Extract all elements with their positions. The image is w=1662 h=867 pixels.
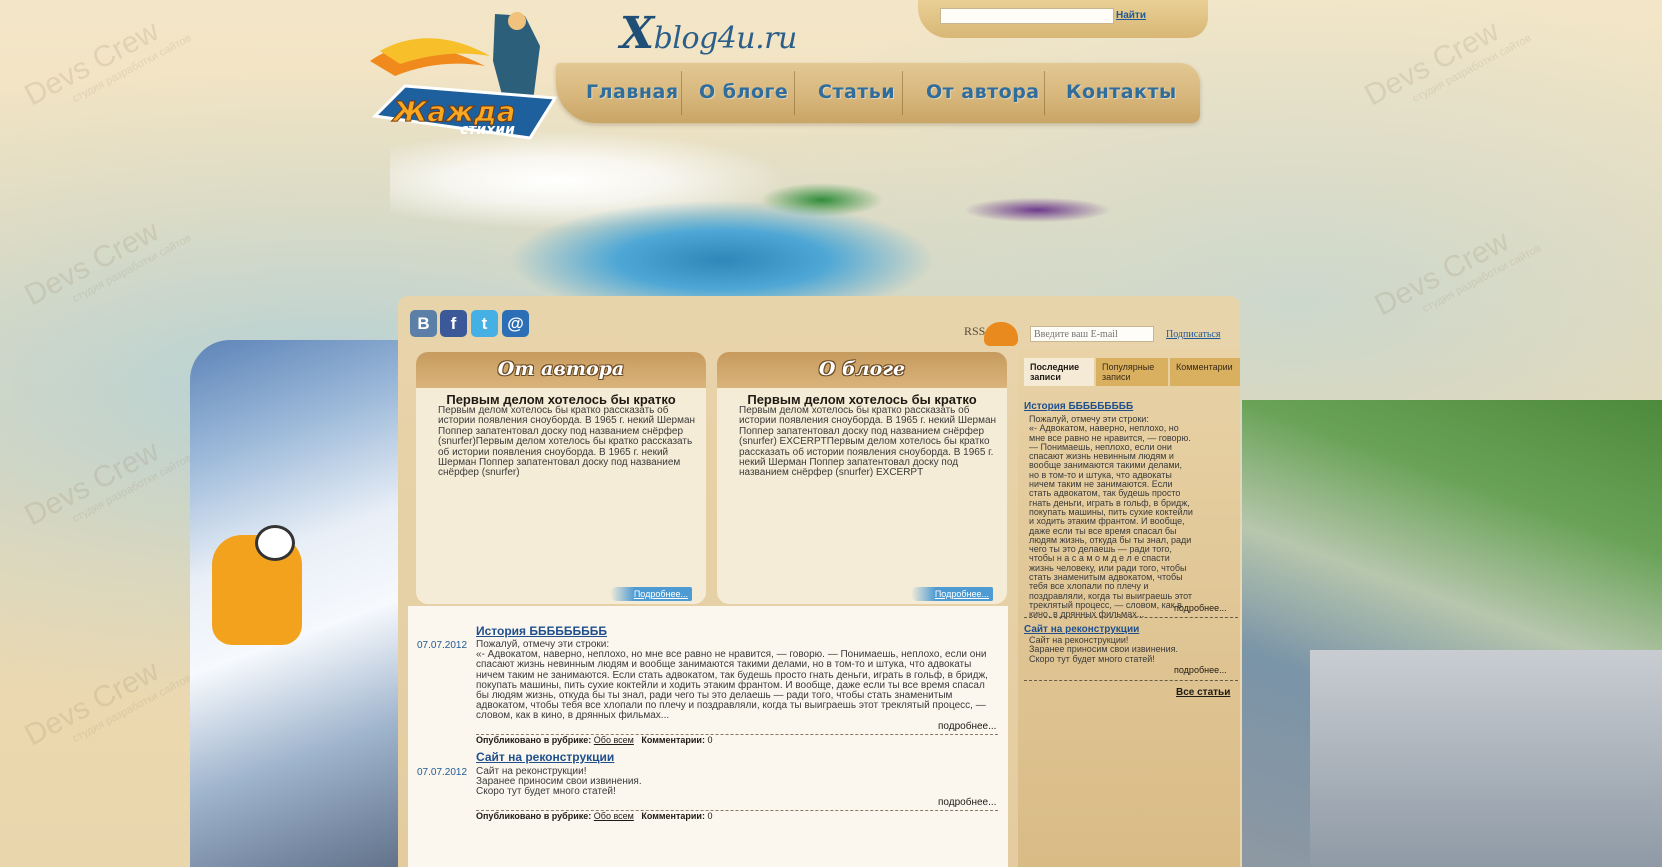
watermark: Devs Crewстудия разработки сайтов — [1359, 14, 1534, 113]
site-logo[interactable]: Жажда стихии — [365, 6, 570, 146]
box-title: О блоге — [818, 358, 906, 380]
email-field[interactable] — [1030, 326, 1154, 342]
box-header: О блоге — [717, 352, 1007, 388]
twitter-icon[interactable]: t — [471, 310, 498, 337]
post-meta: Опубликовано в рубрике: Обо всем Коммент… — [476, 735, 713, 745]
watermark: Devs Crewстудия разработки сайтов — [19, 214, 194, 313]
watermark: Devs Crewстудия разработки сайтов — [1369, 224, 1544, 323]
site-name[interactable]: Xblog4u.ru — [620, 8, 797, 59]
read-more-link[interactable]: Подробнее... — [910, 587, 993, 601]
rss-label[interactable]: RSS — [964, 324, 985, 339]
watermark: Devs Crewстудия разработки сайтов — [19, 434, 194, 533]
tab-popular-posts[interactable]: Популярные записи — [1096, 358, 1168, 386]
post-title[interactable]: История БББББББББ — [476, 624, 607, 638]
nav-divider — [794, 71, 795, 115]
subscribe-button[interactable]: Подписаться — [1166, 329, 1220, 340]
category-link[interactable]: Обо всем — [594, 811, 634, 821]
sidebar-post-title[interactable]: История БББББББББ — [1024, 401, 1133, 412]
sidebar-post-body: Пожалуй, отмечу эти строки: «- Адвокатом… — [1029, 414, 1193, 620]
post-body: Пожалуй, отмечу эти строки: «- Адвокатом… — [476, 639, 988, 722]
header-sports-collage — [390, 120, 1220, 320]
post-body: Сайт на реконструкции! Заранее приносим … — [476, 766, 642, 798]
sidebar-divider — [1024, 617, 1238, 618]
vkontakte-icon[interactable]: B — [410, 310, 437, 337]
read-more-link[interactable]: Подробнее... — [609, 587, 692, 601]
read-more-link[interactable]: подробнее... — [938, 721, 996, 732]
post-meta: Опубликовано в рубрике: Обо всем Коммент… — [476, 811, 713, 821]
city-photo — [1310, 650, 1662, 867]
read-more-link[interactable]: подробнее... — [1174, 665, 1227, 675]
rss-cap-icon[interactable] — [984, 322, 1018, 346]
watermark: Devs Crewстудия разработки сайтов — [19, 654, 194, 753]
nav-divider — [1044, 71, 1045, 115]
sidebar-divider — [1024, 680, 1238, 681]
skier-helmet — [255, 525, 295, 561]
blog-box: О блоге Первым делом хотелось бы кратко … — [717, 352, 1007, 604]
category-link[interactable]: Обо всем — [594, 735, 634, 745]
post-title[interactable]: Сайт на реконструкции — [476, 750, 614, 764]
nav-divider — [681, 71, 682, 115]
nav-articles[interactable]: Статьи — [818, 81, 895, 103]
post-date: 07.07.2012 — [417, 767, 468, 778]
box-text: Первым делом хотелось бы кратко рассказа… — [438, 405, 696, 479]
watermark: Devs Crewстудия разработки сайтов — [19, 14, 194, 113]
mail-icon[interactable]: @ — [502, 310, 529, 337]
nav-from-author[interactable]: От автора — [926, 81, 1040, 103]
logo-subtitle: стихии — [460, 122, 515, 138]
post-date: 07.07.2012 — [417, 640, 468, 651]
search-button[interactable]: Найти — [1116, 10, 1146, 21]
read-more-link[interactable]: подробнее... — [1174, 603, 1227, 613]
box-text: Первым делом хотелось бы кратко рассказа… — [739, 405, 997, 479]
sidebar-post-body: Сайт на реконструкции! Заранее приносим … — [1029, 635, 1179, 664]
tab-recent-posts[interactable]: Последние записи — [1024, 358, 1094, 386]
tab-comments[interactable]: Комментарии — [1170, 358, 1240, 386]
sidebar-post-title[interactable]: Сайт на реконструкции — [1024, 624, 1139, 635]
search-input[interactable] — [940, 8, 1114, 24]
nav-home[interactable]: Главная — [586, 81, 679, 103]
all-posts-link[interactable]: Все статьи — [1176, 687, 1230, 698]
nav-divider — [902, 71, 903, 115]
nav-about-blog[interactable]: О блоге — [699, 81, 788, 103]
box-title: От автора — [497, 358, 625, 380]
author-box: От автора Первым делом хотелось бы кратк… — [416, 352, 706, 604]
facebook-icon[interactable]: f — [440, 310, 467, 337]
main-nav: Главная О блоге Статьи От автора Контакт… — [556, 63, 1200, 123]
box-header: От автора — [416, 352, 706, 388]
nav-contacts[interactable]: Контакты — [1066, 81, 1177, 103]
read-more-link[interactable]: подробнее... — [938, 797, 996, 808]
